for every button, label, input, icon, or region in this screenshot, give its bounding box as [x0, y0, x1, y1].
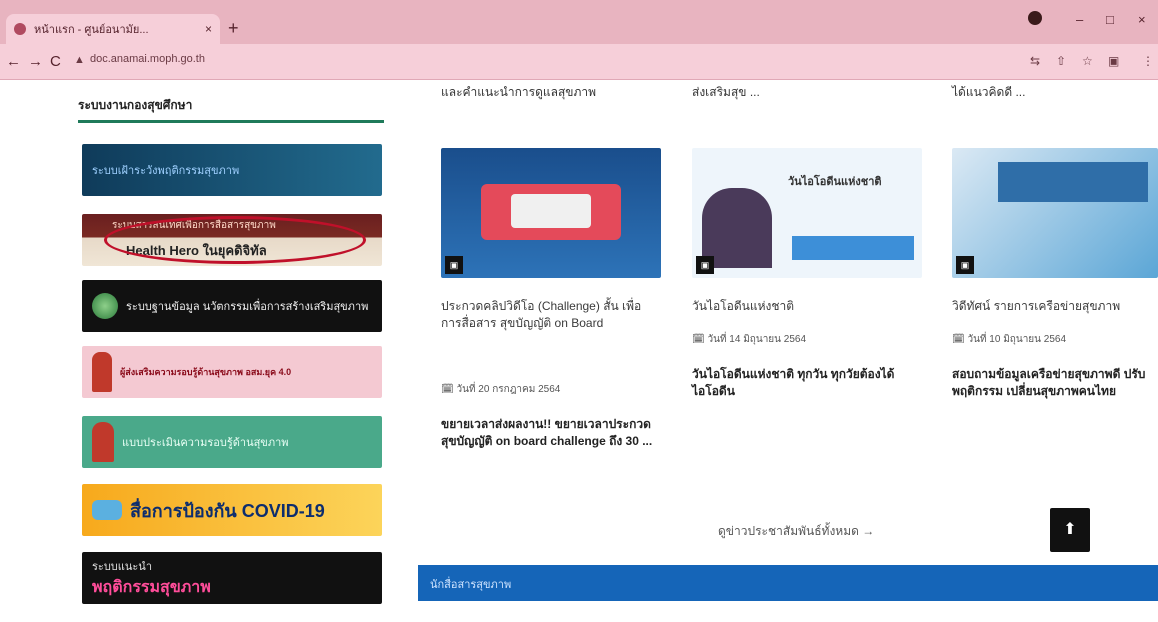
site-info-icon[interactable]: ▲ [74, 54, 85, 66]
thumbnail-graphic [998, 162, 1148, 202]
all-news-link[interactable]: ดูข่าวประชาสัมพันธ์ทั้งหมด → [718, 522, 874, 541]
extensions-icon[interactable]: ▣ [1108, 54, 1119, 68]
section-header-bar: นักสื่อสารสุขภาพ [418, 565, 1158, 601]
news-summary: สอบถามข้อมูลเครือข่ายสุขภาพดี ปรับพฤติกร… [952, 367, 1146, 398]
banner-health-hero[interactable]: ระบบสารสนเทศเพื่อการสื่อสารสุขภาพ Health… [82, 214, 382, 266]
news-thumbnail[interactable]: วันไอโอดีนแห่งชาติ ▣ [692, 148, 922, 278]
thumbnail-graphic [511, 194, 591, 228]
image-badge-icon: ▣ [445, 256, 463, 274]
back-button[interactable]: ← [6, 53, 21, 70]
profile-icon[interactable] [1028, 11, 1042, 25]
mask-icon [92, 500, 122, 520]
banner-text: ระบบฐานข้อมูล นวัตกรรมเพื่อการสร้างเสริม… [126, 301, 369, 313]
minimize-button[interactable]: – [1076, 12, 1083, 27]
banner-health-behavior-system[interactable]: ระบบแนะนำ พฤติกรรมสุขภาพ [82, 552, 382, 604]
menu-icon[interactable]: ⋮ [1142, 54, 1154, 68]
news-headline[interactable]: ประกวดคลิปวิดีโอ (Challenge) สั้น เพื่อก… [441, 298, 661, 332]
sidebar-divider [78, 120, 384, 123]
new-tab-button[interactable]: + [228, 18, 239, 39]
person-icon [92, 422, 114, 462]
date-text: วันที่ 10 มิถุนายน 2564 [967, 334, 1067, 345]
news-date: 🗓 วันที่ 10 มิถุนายน 2564 [952, 334, 1067, 345]
browser-tab[interactable]: หน้าแรก - ศูนย์อนามัย... × [6, 14, 220, 44]
banner-text: สื่อการป้องกัน COVID-19 [130, 500, 325, 521]
share-icon[interactable]: ⇧ [1056, 54, 1066, 68]
url-field[interactable]: doc.anamai.moph.go.th [90, 53, 205, 65]
banner-health-literacy-volunteers[interactable]: ผู้ส่งเสริมความรอบรู้ด้านสุขภาพ อสม.ยุค … [82, 346, 382, 398]
person-icon [92, 352, 112, 392]
thumbnail-graphic [792, 236, 914, 260]
news-headline[interactable]: วิดีทัศน์ รายการเครือข่ายสุขภาพ [952, 298, 1152, 315]
back-to-top-button[interactable]: ⬆ [1050, 508, 1090, 552]
banner-text: ระบบแนะนำ [92, 560, 152, 573]
tab-title: หน้าแรก - ศูนย์อนามัย... [34, 24, 149, 36]
banner-text: แบบประเมินความรอบรู้ด้านสุขภาพ [122, 437, 289, 449]
news-snippet[interactable]: และคำแนะนำการดูแลสุขภาพ [441, 84, 661, 101]
image-badge-icon: ▣ [956, 256, 974, 274]
sidebar-title: ระบบงานกองสุขศึกษา [78, 98, 193, 112]
translate-icon[interactable]: ⇆ [1030, 54, 1040, 68]
news-summary: วันไอโอดีนแห่งชาติ ทุกวัน ทุกวัยต้องได้ไ… [692, 367, 895, 398]
forward-button[interactable]: → [28, 53, 43, 70]
favicon-icon [14, 23, 26, 35]
reload-button[interactable]: C [50, 53, 61, 70]
news-snippet[interactable]: ส่งเสริมสุข ... [692, 84, 912, 101]
banner-behavior-surveillance[interactable]: ระบบเฝ้าระวังพฤติกรรมสุขภาพ [82, 144, 382, 196]
banner-text: พฤติกรรมสุขภาพ [92, 578, 211, 596]
date-text: วันที่ 14 มิถุนายน 2564 [707, 334, 807, 345]
image-badge-icon: ▣ [696, 256, 714, 274]
thumbnail-label: วันไอโอดีนแห่งชาติ [788, 176, 882, 188]
logo-icon [92, 293, 118, 319]
banner-innovation-database[interactable]: ระบบฐานข้อมูล นวัตกรรมเพื่อการสร้างเสริม… [82, 280, 382, 332]
banner-covid19-media[interactable]: สื่อการป้องกัน COVID-19 [82, 484, 382, 536]
banner-text: ผู้ส่งเสริมความรอบรู้ด้านสุขภาพ อสม.ยุค … [120, 367, 292, 377]
news-thumbnail[interactable]: ▣ [952, 148, 1158, 278]
banner-health-literacy-assessment[interactable]: แบบประเมินความรอบรู้ด้านสุขภาพ [82, 416, 382, 468]
news-date: 🗓 วันที่ 14 มิถุนายน 2564 [692, 334, 807, 345]
maximize-button[interactable]: □ [1106, 12, 1114, 27]
news-thumbnail[interactable]: ▣ [441, 148, 661, 278]
close-window-button[interactable]: × [1138, 12, 1146, 27]
bookmark-icon[interactable]: ☆ [1082, 54, 1093, 68]
tab-close-icon[interactable]: × [205, 22, 212, 36]
news-date: 🗓 วันที่ 20 กรกฎาคม 2564 [441, 384, 561, 395]
news-headline[interactable]: วันไอโอดีนแห่งชาติ [692, 298, 912, 315]
banner-text: ระบบเฝ้าระวังพฤติกรรมสุขภาพ [92, 165, 240, 177]
highlight-circle [104, 216, 366, 264]
date-text: วันที่ 20 กรกฎาคม 2564 [456, 384, 561, 395]
news-snippet[interactable]: ได้แนวคิดดี ... [952, 84, 1152, 101]
news-summary: ขยายเวลาส่งผลงาน!! ขยายเวลาประกวดสุขบัญญ… [441, 417, 653, 448]
address-bar: ← → C ▲ doc.anamai.moph.go.th ⇆ ⇧ ☆ ▣ ⋮ [0, 44, 1158, 80]
tab-bar: หน้าแรก - ศูนย์อนามัย... × + – □ × [0, 0, 1158, 44]
